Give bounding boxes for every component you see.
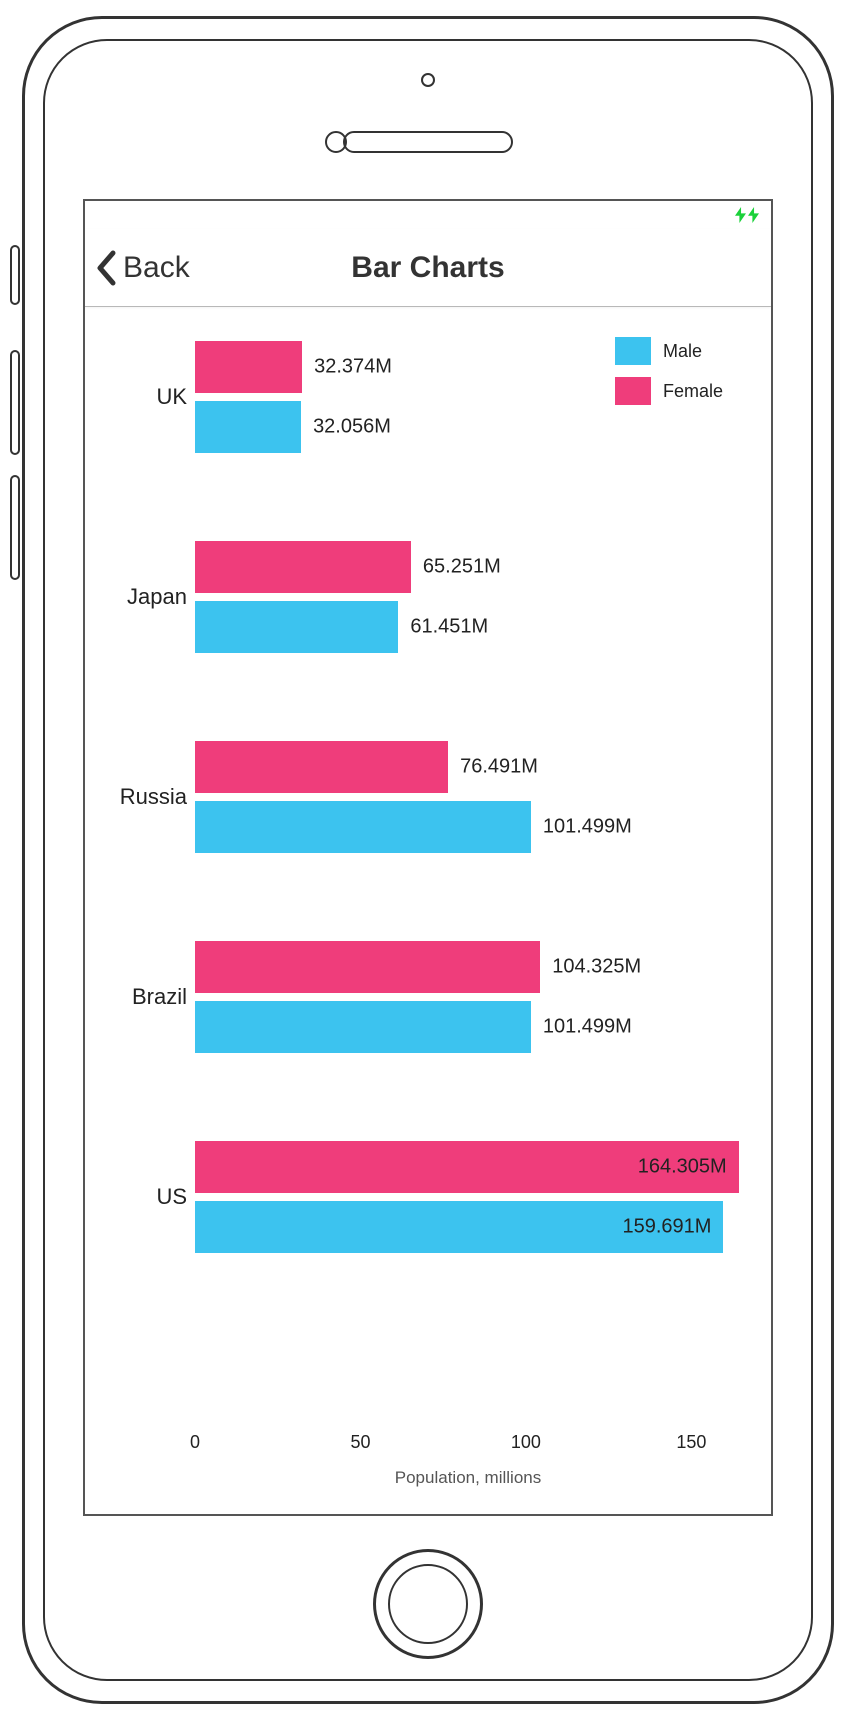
bar-female: 164.305M: [195, 1141, 739, 1193]
country-group: Brazil104.325M101.499M: [105, 941, 751, 1053]
y-category-label: UK: [156, 384, 193, 410]
bar-value-label: 65.251M: [423, 556, 501, 579]
country-group: Japan65.251M61.451M: [105, 541, 751, 653]
bar-male: 159.691M: [195, 1201, 723, 1253]
back-button[interactable]: Back: [95, 250, 190, 286]
bar-female: 76.491M: [195, 741, 448, 793]
phone-camera-dot: [421, 73, 435, 87]
bar-value-label: 61.451M: [410, 616, 488, 639]
y-category-label: Brazil: [132, 984, 193, 1010]
bar-value-label: 104.325M: [552, 956, 641, 979]
bar-pair: 76.491M 101.499M: [195, 741, 741, 853]
bar-male: 32.056M: [195, 401, 301, 453]
bar-pair: 164.305M 159.691M: [195, 1141, 741, 1253]
country-group: Russia76.491M101.499M: [105, 741, 751, 853]
bar-value-label: 76.491M: [460, 756, 538, 779]
bar-pair: 65.251M 61.451M: [195, 541, 741, 653]
bar-pair: 104.325M101.499M: [195, 941, 741, 1053]
chevron-left-icon: [95, 250, 119, 286]
phone-frame: Back Bar Charts Male Female UK32.374M32.…: [22, 16, 834, 1704]
chart: Male Female UK32.374M32.056MJapan65.251M…: [105, 331, 751, 1494]
x-tick-label: 0: [190, 1432, 200, 1453]
nav-bar: Back Bar Charts: [85, 229, 771, 307]
y-category-label: Russia: [120, 784, 193, 810]
status-bar: [85, 201, 771, 229]
bar-value-label: 101.499M: [543, 1016, 632, 1039]
plot-area: UK32.374M32.056MJapan65.251M61.451MRussi…: [105, 331, 751, 1494]
back-label: Back: [123, 251, 190, 285]
screen: Back Bar Charts Male Female UK32.374M32.…: [83, 199, 773, 1516]
x-axis-title: Population, millions: [195, 1468, 741, 1488]
x-tick-label: 100: [511, 1432, 541, 1453]
country-group: UK32.374M32.056M: [105, 341, 751, 453]
bar-value-label: 32.374M: [314, 356, 392, 379]
bar-female: 65.251M: [195, 541, 411, 593]
bar-value-label: 101.499M: [543, 816, 632, 839]
bar-female: 104.325M: [195, 941, 540, 993]
x-tick-label: 150: [676, 1432, 706, 1453]
phone-side-button: [10, 245, 20, 305]
phone-side-button: [10, 350, 20, 455]
x-axis: 050100150: [195, 1432, 741, 1456]
bar-value-label: 159.691M: [622, 1216, 711, 1239]
y-category-label: Japan: [127, 584, 193, 610]
bar-value-label: 32.056M: [313, 416, 391, 439]
bar-male: 61.451M: [195, 601, 398, 653]
y-category-label: US: [156, 1184, 193, 1210]
x-tick-label: 50: [350, 1432, 370, 1453]
phone-speaker: [343, 131, 513, 153]
page-title: Bar Charts: [351, 251, 504, 285]
bar-pair: 32.374M 32.056M: [195, 341, 741, 453]
bar-male: 101.499M: [195, 801, 531, 853]
bar-value-label: 164.305M: [638, 1156, 727, 1179]
bar-female: 32.374M: [195, 341, 302, 393]
battery-charging-icon: [735, 207, 759, 223]
phone-home-button[interactable]: [373, 1549, 483, 1659]
country-group: US 164.305M 159.691M: [105, 1141, 751, 1253]
phone-side-button: [10, 475, 20, 580]
bar-male: 101.499M: [195, 1001, 531, 1053]
